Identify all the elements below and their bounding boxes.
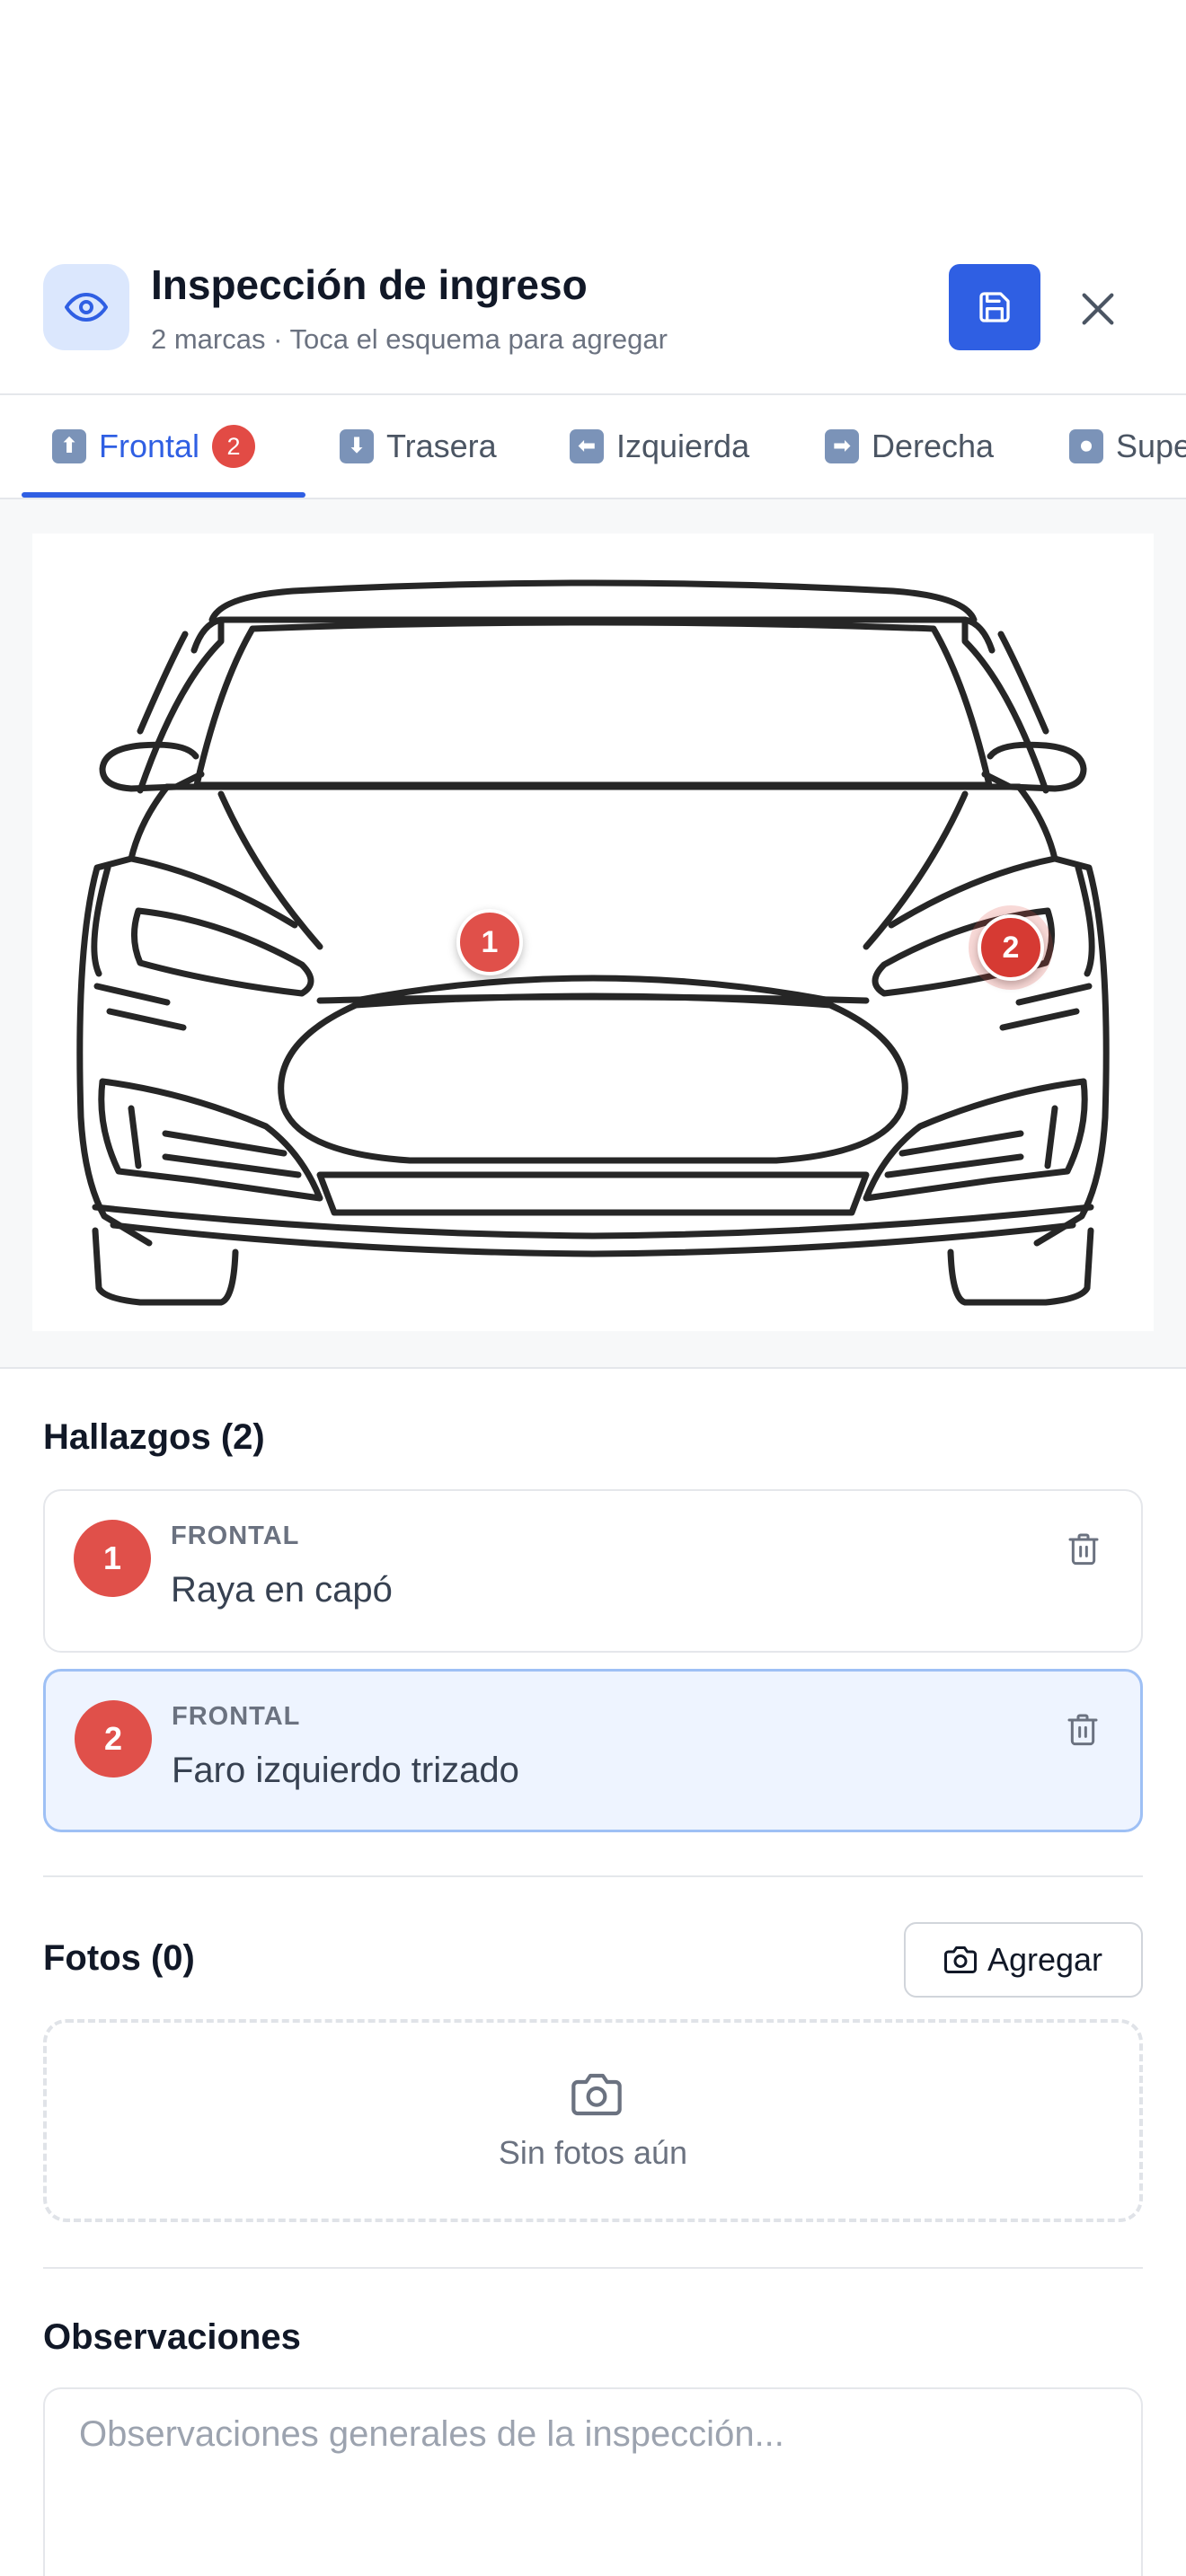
tab-frontal[interactable]: ⬆ Frontal 2 bbox=[52, 395, 256, 498]
save-button[interactable] bbox=[949, 264, 1040, 350]
divider bbox=[43, 1875, 1143, 1877]
tab-label: Frontal bbox=[99, 428, 200, 464]
damage-marker[interactable]: 1 bbox=[456, 909, 523, 975]
trash-icon bbox=[1068, 1533, 1099, 1566]
close-button[interactable] bbox=[1062, 273, 1134, 345]
close-icon bbox=[1082, 293, 1114, 325]
photos-empty-state: Sin fotos aún bbox=[43, 2019, 1143, 2222]
observations-textarea[interactable] bbox=[43, 2387, 1143, 2576]
finding-view: FRONTAL bbox=[171, 1522, 300, 1550]
tab-derecha[interactable]: ➡ Derecha bbox=[825, 395, 994, 498]
arrow-down-icon: ⬇ bbox=[340, 429, 374, 463]
add-photo-label: Agregar bbox=[987, 1941, 1103, 1978]
finding-number: 1 bbox=[74, 1520, 151, 1597]
camera-icon bbox=[943, 1946, 977, 1973]
finding-item-selected[interactable]: 2 FRONTAL Faro izquierdo trizado bbox=[43, 1669, 1143, 1832]
tab-label: Trasera bbox=[386, 428, 497, 464]
photos-title: Fotos (0) bbox=[43, 1938, 195, 1978]
delete-finding-button[interactable] bbox=[1062, 1527, 1105, 1570]
finding-item[interactable]: 1 FRONTAL Raya en capó bbox=[43, 1489, 1143, 1653]
inspection-screen: Inspección de ingreso 2 marcas · Toca el… bbox=[0, 0, 1186, 2576]
arrow-left-icon: ⬅ bbox=[570, 429, 604, 463]
page-title: Inspección de ingreso bbox=[151, 261, 588, 308]
findings-title: Hallazgos (2) bbox=[43, 1417, 265, 1457]
eye-icon bbox=[43, 264, 129, 350]
finding-description: Faro izquierdo trizado bbox=[172, 1751, 519, 1790]
finding-view: FRONTAL bbox=[172, 1702, 301, 1731]
arrow-right-icon: ➡ bbox=[825, 429, 859, 463]
tab-izquierda[interactable]: ⬅ Izquierda bbox=[570, 395, 749, 498]
tab-trasera[interactable]: ⬇ Trasera bbox=[340, 395, 497, 498]
tab-label: Superior bbox=[1116, 428, 1186, 464]
tab-superior[interactable]: ⏺ Superior bbox=[1069, 395, 1186, 498]
record-icon: ⏺ bbox=[1069, 429, 1103, 463]
finding-description: Raya en capó bbox=[171, 1570, 393, 1610]
floppy-disk-icon bbox=[979, 292, 1010, 322]
photos-empty-text: Sin fotos aún bbox=[498, 2134, 688, 2171]
active-tab-indicator bbox=[22, 492, 305, 498]
camera-icon bbox=[571, 2073, 622, 2116]
tab-label: Derecha bbox=[872, 428, 995, 464]
tab-count-badge: 2 bbox=[212, 425, 256, 468]
finding-number: 2 bbox=[75, 1700, 152, 1778]
car-front-diagram[interactable]: 1 2 bbox=[32, 534, 1154, 1331]
divider bbox=[43, 2267, 1143, 2269]
view-tabs: ⬆ Frontal 2 ⬇ Trasera ⬅ Izquierda ➡ Dere… bbox=[0, 393, 1186, 499]
divider bbox=[0, 1367, 1186, 1369]
add-photo-button[interactable]: Agregar bbox=[904, 1922, 1143, 1998]
delete-finding-button[interactable] bbox=[1061, 1707, 1104, 1751]
header: Inspección de ingreso 2 marcas · Toca el… bbox=[0, 234, 1186, 395]
page-subtitle: 2 marcas · Toca el esquema para agregar bbox=[151, 323, 668, 355]
damage-marker-selected[interactable]: 2 bbox=[978, 914, 1044, 981]
observations-title: Observaciones bbox=[43, 2317, 301, 2357]
tab-label: Izquierda bbox=[616, 428, 750, 464]
trash-icon bbox=[1067, 1714, 1098, 1746]
arrow-up-icon: ⬆ bbox=[52, 429, 86, 463]
